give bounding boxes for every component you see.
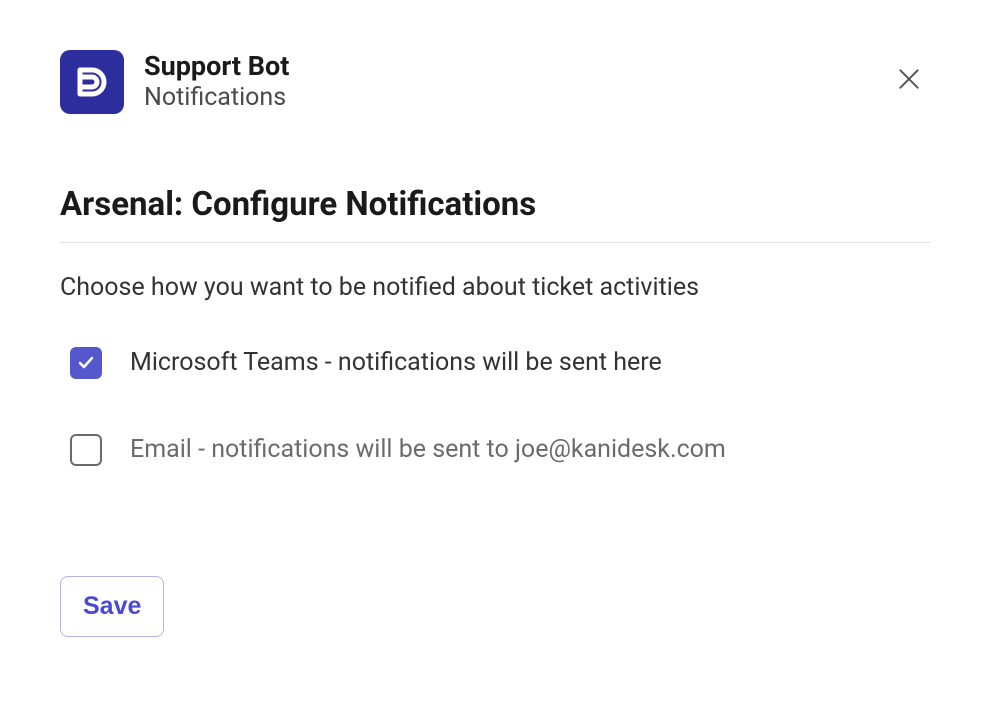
support-bot-icon (72, 62, 112, 102)
section-description: Choose how you want to be notified about… (60, 273, 930, 302)
options-list: Microsoft Teams - notifications will be … (60, 347, 930, 466)
check-icon (76, 353, 96, 373)
close-icon (896, 66, 922, 92)
app-title: Support Bot (144, 50, 289, 82)
app-icon (60, 50, 124, 114)
divider (60, 242, 930, 243)
checkbox-email[interactable] (70, 434, 102, 466)
dialog-header: Support Bot Notifications (60, 50, 930, 115)
checkbox-teams[interactable] (70, 347, 102, 379)
option-teams: Microsoft Teams - notifications will be … (70, 347, 930, 379)
close-button[interactable] (888, 58, 930, 100)
header-text: Support Bot Notifications (144, 50, 289, 115)
section-title: Arsenal: Configure Notifications (60, 185, 930, 224)
save-button[interactable]: Save (60, 576, 164, 637)
option-label-teams: Microsoft Teams - notifications will be … (130, 348, 662, 377)
header-left: Support Bot Notifications (60, 50, 289, 115)
app-subtitle: Notifications (144, 82, 289, 115)
option-label-email: Email - notifications will be sent to jo… (130, 435, 726, 464)
option-email: Email - notifications will be sent to jo… (70, 434, 930, 466)
